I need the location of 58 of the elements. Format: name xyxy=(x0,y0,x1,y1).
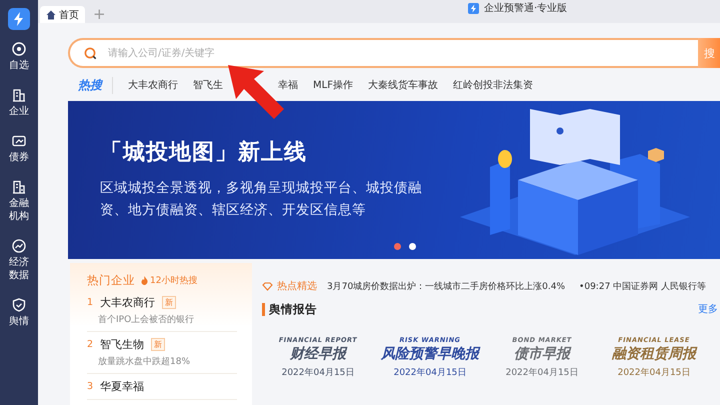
building-icon xyxy=(12,88,26,102)
app-logo-icon xyxy=(468,2,479,14)
building-icon xyxy=(12,180,26,194)
chart-icon xyxy=(12,239,26,253)
report-date: 2022年04月15日 xyxy=(506,366,578,379)
home-icon xyxy=(46,10,56,20)
news-headline[interactable]: •09:27 中国证券网 人民银行等 xyxy=(579,280,706,292)
ticker-label: 热点精选 xyxy=(277,280,317,293)
company-name[interactable]: 华夏幸福 xyxy=(100,379,144,394)
carousel-dot[interactable] xyxy=(409,243,416,250)
new-tag: 新 xyxy=(162,296,176,309)
carousel-dot[interactable] xyxy=(394,243,401,250)
hot-search-item[interactable]: 幸福 xyxy=(278,78,298,92)
hot-search-item[interactable]: MLF操作 xyxy=(313,78,353,92)
sidebar-item[interactable]: 债券 xyxy=(8,151,30,164)
sidebar-item[interactable]: 金融机构 xyxy=(8,197,30,223)
window-title: 企业预警通·专业版 xyxy=(484,2,568,15)
new-tag: 新 xyxy=(151,338,166,351)
sidebar-item[interactable]: 经济数据 xyxy=(8,256,30,282)
company-note: 放量跳水盘中跌超18% xyxy=(97,356,192,368)
hot-search-item[interactable]: 大丰农商行 xyxy=(128,78,178,92)
flame-icon xyxy=(141,276,148,285)
hot-badge-label: 12小时热搜 xyxy=(150,274,198,287)
app-logo[interactable] xyxy=(8,8,30,30)
shield-icon xyxy=(12,298,26,312)
report-date: 2022年04月15日 xyxy=(282,366,354,379)
banner-description: 区域城投全景透视，多视角呈现城投平台、城投债融资、地方债融资、辖区经济、开发区信息等 xyxy=(100,179,423,220)
company-name[interactable]: 智飞生物 xyxy=(100,337,144,352)
ticket-icon xyxy=(12,134,26,148)
promo-banner[interactable]: 「城投地图」新上线 区域城投全景透视，多视角呈现城投平台、城投债融资、地方债融资、辖区经济、开发区信息等 xyxy=(68,101,720,259)
more-link[interactable]: 更多 xyxy=(698,302,718,316)
banner-title: 「城投地图」新上线 xyxy=(100,139,308,167)
rank-number: 1 xyxy=(87,297,94,308)
report-title[interactable]: 财经早报 xyxy=(290,345,346,363)
home-tab[interactable]: 首页 xyxy=(40,6,85,23)
report-date: 2022年04月15日 xyxy=(394,366,466,379)
company-note: 首个IPO上会被否的银行 xyxy=(97,314,196,326)
news-headline[interactable]: 3月70城房价数据出炉：一线城市二手房价格环比上涨0.4% xyxy=(327,280,566,292)
sidebar-item[interactable]: 舆情 xyxy=(8,315,30,328)
section-title: 舆情报告 xyxy=(262,302,317,316)
company-name[interactable]: 大丰农商行 xyxy=(100,295,156,310)
report-title[interactable]: 债市早报 xyxy=(514,345,570,363)
hot-search-label: 热搜 xyxy=(78,76,113,94)
search-icon xyxy=(84,47,97,60)
gem-icon xyxy=(262,282,273,290)
rank-number: 2 xyxy=(87,339,94,350)
hot-search-item[interactable]: 大秦线货车事故 xyxy=(368,78,438,92)
report-title[interactable]: 融资租赁周报 xyxy=(612,345,696,363)
sidebar-item[interactable]: 自选 xyxy=(8,59,30,72)
card-title: 热门企业 xyxy=(87,273,135,288)
target-icon xyxy=(12,42,26,56)
hot-search-item[interactable]: 智飞生 xyxy=(193,78,223,92)
sidebar-item[interactable]: 企业 xyxy=(8,105,30,118)
rank-number: 3 xyxy=(87,381,94,392)
search-field[interactable]: 请输入公司/证券/关键字 xyxy=(68,38,698,68)
report-title[interactable]: 风险预警早晚报 xyxy=(381,345,479,363)
hot-search-item[interactable]: 红岭创投非法集资 xyxy=(452,78,533,92)
report-date: 2022年04月15日 xyxy=(618,366,690,379)
